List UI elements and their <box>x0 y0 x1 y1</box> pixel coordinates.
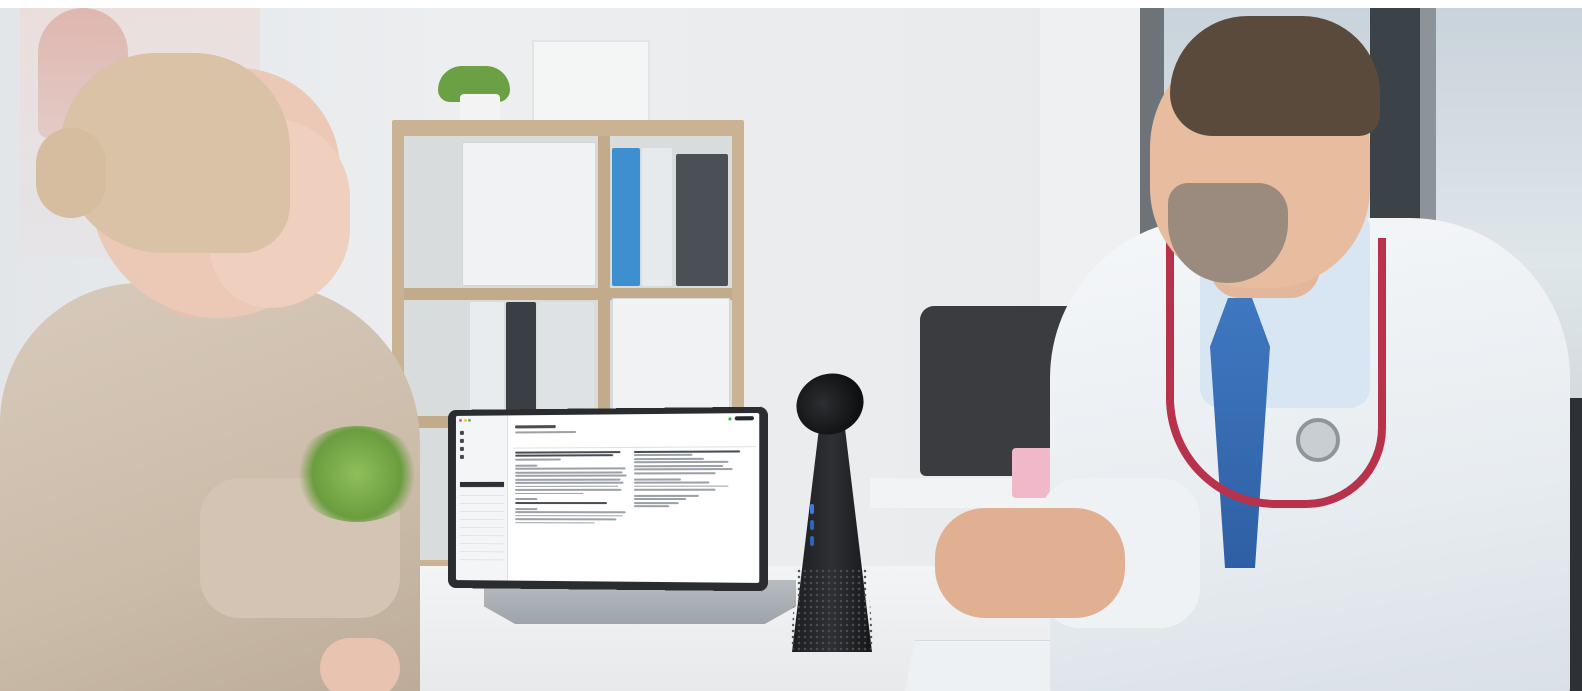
laptop <box>448 407 768 592</box>
app-sidebar <box>456 415 508 580</box>
stethoscope-chestpiece <box>1296 418 1340 462</box>
window-controls <box>459 419 471 422</box>
session-row <box>460 546 504 552</box>
session-row <box>460 490 504 496</box>
session-row <box>460 522 504 528</box>
nav-icon <box>460 446 464 450</box>
doctor-hair <box>1170 16 1380 136</box>
binder <box>676 154 728 286</box>
session-row <box>460 538 504 544</box>
tab-bar <box>513 440 756 449</box>
nav-icon <box>460 454 464 458</box>
maximize-dot-icon <box>468 419 471 422</box>
session-row <box>460 554 504 560</box>
nav-icon <box>460 430 464 434</box>
laptop-screen <box>456 413 759 583</box>
sidebar-nav-item <box>460 446 504 451</box>
sidebar-nav-item <box>460 454 504 459</box>
note-title-line <box>515 425 556 428</box>
binder <box>506 302 536 414</box>
storage-box <box>462 142 596 286</box>
speaker-grille <box>790 568 874 652</box>
nav-icon <box>460 438 464 442</box>
minimize-dot-icon <box>463 419 466 422</box>
indicator-light <box>810 504 814 514</box>
patient-hand <box>320 638 400 691</box>
note-subtitle-line <box>515 431 576 433</box>
desk-plant <box>292 426 422 522</box>
top-border <box>0 0 1582 8</box>
indicator-light <box>810 536 814 546</box>
doctor-hands <box>935 508 1125 618</box>
sidebar-nav-item <box>460 430 504 435</box>
status-dot-icon <box>728 417 731 420</box>
session-row <box>460 506 504 512</box>
indicator-light <box>810 520 814 530</box>
session-row <box>460 530 504 536</box>
binder <box>538 302 594 414</box>
close-dot-icon <box>459 419 462 422</box>
summary-panel <box>634 450 752 578</box>
window-mullion <box>1370 8 1420 248</box>
transcript-panel <box>515 451 630 578</box>
session-row <box>460 482 504 488</box>
session-row <box>460 498 504 504</box>
binder <box>612 148 640 286</box>
sidebar-nav-item <box>460 438 504 443</box>
binder <box>470 302 504 414</box>
patient-hair-bun <box>36 128 106 218</box>
app-main <box>509 413 759 583</box>
picture-frame <box>532 40 650 126</box>
status-pill <box>735 416 754 420</box>
binder <box>642 148 672 286</box>
session-row <box>460 514 504 520</box>
consultation-scene <box>0 8 1582 691</box>
storage-box <box>612 298 730 414</box>
